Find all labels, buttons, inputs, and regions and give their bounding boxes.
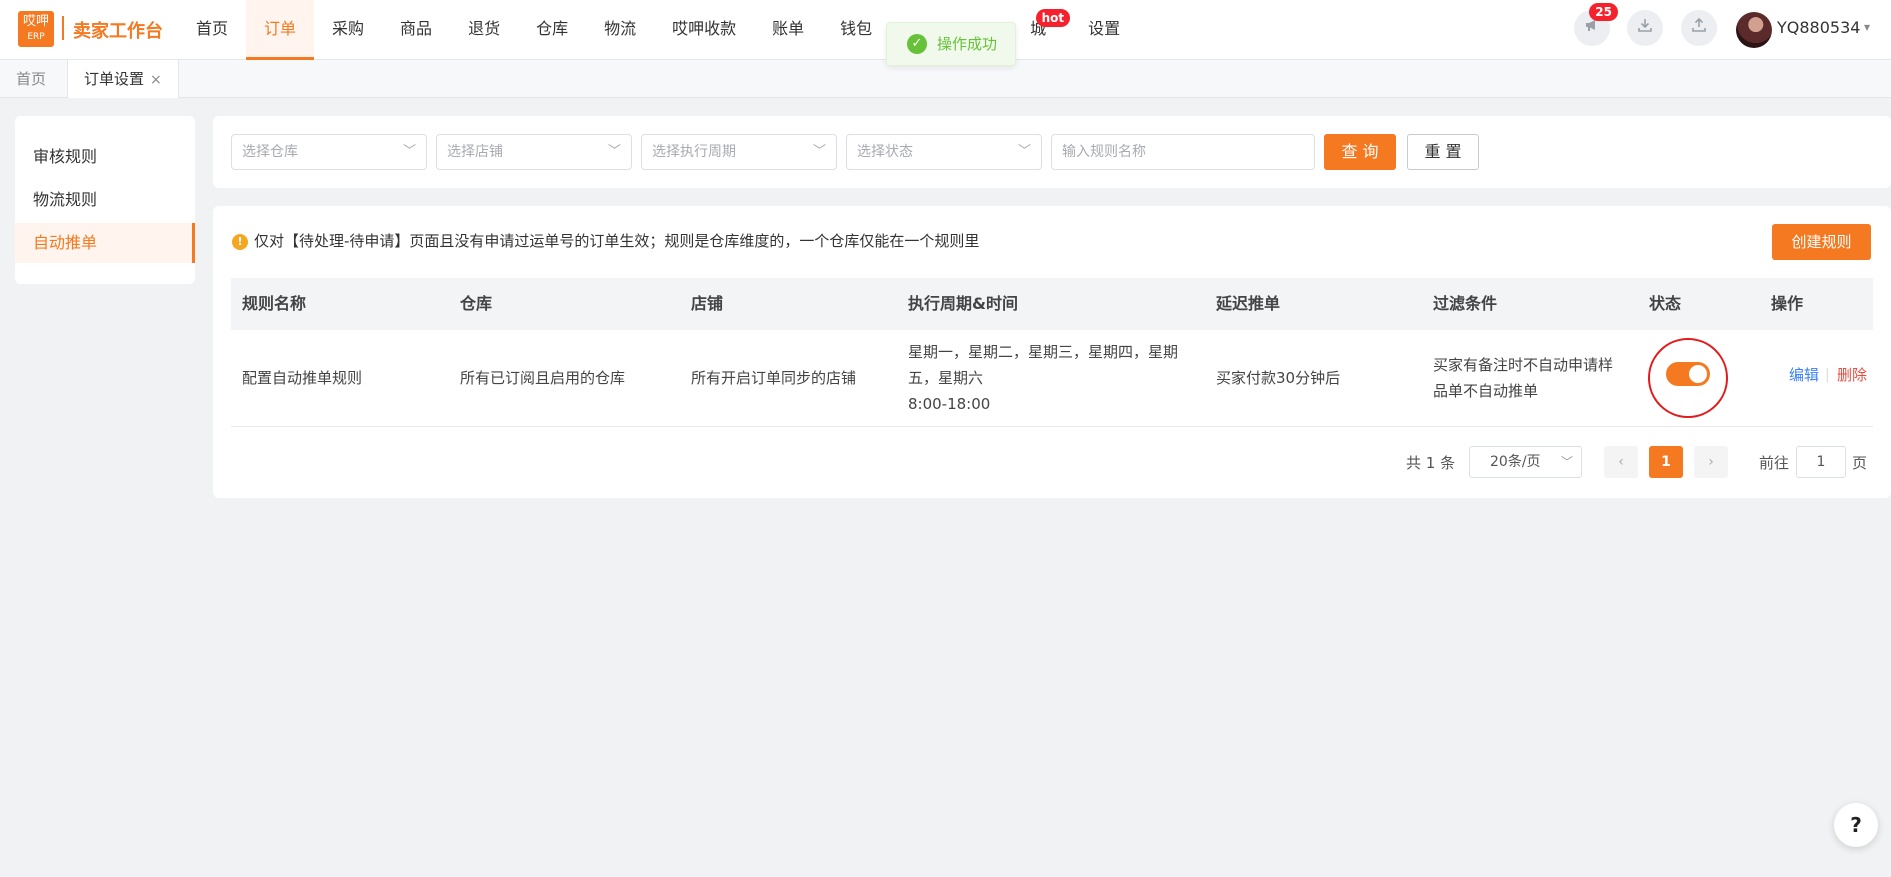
nav-item-home[interactable]: 首页: [178, 0, 246, 60]
delete-link[interactable]: 删除: [1837, 362, 1867, 388]
chevron-down-icon[interactable]: ▾: [1864, 20, 1870, 34]
notification-badge: 25: [1589, 3, 1618, 21]
info-icon: !: [232, 234, 248, 250]
brand-title[interactable]: 卖家工作台: [73, 17, 163, 43]
rule-name-cell: 配置自动推单规则: [242, 369, 363, 387]
chevron-down-icon: ﹀: [402, 144, 416, 159]
tab-order-settings-label: 订单设置: [84, 70, 145, 88]
column-header-rule-name: 规则名称: [242, 294, 307, 313]
status-select-placeholder: 选择状态: [857, 144, 913, 160]
sidebar-item-logistics-rules[interactable]: 物流规则: [15, 180, 195, 220]
nav-item-payments[interactable]: 哎呷收款: [654, 0, 754, 60]
table-row: 配置自动推单规则 所有已订阅且启用的仓库 所有开启订单同步的店铺 星期一，星期二…: [231, 330, 1873, 427]
chevron-down-icon: ﹀: [812, 144, 826, 159]
nav-item-orders[interactable]: 订单: [246, 0, 315, 60]
logo-text: 哎呷: [22, 14, 49, 29]
goto-label: 前往: [1759, 454, 1790, 472]
success-toast: ✓ 操作成功: [886, 22, 1016, 66]
filter-bar: 选择仓库 ﹀ 选择店铺 ﹀ 选择执行周期 ﹀ 选择状态 ﹀ 输入规则名称 查 询…: [213, 116, 1891, 188]
column-header-warehouse: 仓库: [460, 294, 493, 313]
next-page-button[interactable]: ›: [1694, 446, 1728, 478]
notice-message: 仅对【待处理-待申请】页面且没有申请过运单号的订单生效；规则是仓库维度的，一个仓…: [254, 232, 980, 250]
create-rule-button[interactable]: 创建规则: [1772, 224, 1871, 260]
column-header-filter: 过滤条件: [1433, 294, 1498, 313]
column-header-status: 状态: [1649, 294, 1682, 313]
page-label: 页: [1852, 454, 1868, 472]
notification-button[interactable]: 25: [1574, 3, 1618, 46]
table-header: 规则名称 仓库 店铺 执行周期&时间 延迟推单 过滤条件 状态 操作: [231, 278, 1873, 330]
warehouse-select[interactable]: 选择仓库 ﹀: [231, 134, 427, 170]
nav-item-wallet[interactable]: 钱包: [822, 0, 890, 60]
delay-cell: 买家付款30分钟后: [1216, 369, 1341, 387]
rules-card: ! 仅对【待处理-待申请】页面且没有申请过运单号的订单生效；规则是仓库维度的，一个…: [213, 206, 1891, 498]
filter-cell: 买家有备注时不自动申请样品单不自动推单: [1433, 356, 1614, 400]
action-divider: |: [1825, 367, 1830, 383]
current-page[interactable]: 1: [1649, 446, 1683, 478]
prev-page-button[interactable]: ‹: [1604, 446, 1638, 478]
download-icon: [1637, 18, 1653, 37]
nav-item-products[interactable]: 商品: [382, 0, 450, 60]
query-button[interactable]: 查 询: [1324, 134, 1396, 170]
status-toggle[interactable]: [1666, 362, 1710, 386]
settings-sidebar: 审核规则 物流规则 自动推单: [15, 116, 195, 284]
column-header-cycle: 执行周期&时间: [908, 294, 1018, 313]
toast-message: 操作成功: [937, 35, 998, 53]
column-header-shop: 店铺: [691, 294, 724, 313]
check-circle-icon: ✓: [907, 34, 927, 54]
page-size-select[interactable]: 20条/页 ﹀: [1469, 446, 1582, 478]
shop-select[interactable]: 选择店铺 ﹀: [436, 134, 632, 170]
shop-cell: 所有开启订单同步的店铺: [691, 369, 857, 387]
tab-home[interactable]: 首页: [0, 60, 62, 98]
page-size-value: 20条/页: [1490, 454, 1541, 470]
nav-item-logistics[interactable]: 物流: [586, 0, 654, 60]
edit-link[interactable]: 编辑: [1789, 362, 1819, 388]
toggle-knob: [1689, 365, 1707, 383]
column-header-delay: 延迟推单: [1216, 294, 1281, 313]
chevron-down-icon: ﹀: [1560, 455, 1573, 469]
nav-item-bills[interactable]: 账单: [754, 0, 822, 60]
notice-text: ! 仅对【待处理-待申请】页面且没有申请过运单号的订单生效；规则是仓库维度的，一个…: [232, 230, 979, 251]
nav-item-warehouse[interactable]: 仓库: [518, 0, 586, 60]
nav-item-settings[interactable]: 设置: [1064, 0, 1138, 60]
status-select[interactable]: 选择状态 ﹀: [846, 134, 1042, 170]
logo-divider: [62, 16, 64, 40]
shop-select-placeholder: 选择店铺: [447, 144, 503, 160]
upload-button[interactable]: [1681, 10, 1717, 46]
cycle-select[interactable]: 选择执行周期 ﹀: [641, 134, 837, 170]
cycle-select-placeholder: 选择执行周期: [652, 144, 736, 160]
cycle-days: 星期一，星期二，星期三，星期四，星期五，星期六: [908, 343, 1179, 387]
rule-name-input[interactable]: 输入规则名称: [1051, 134, 1315, 170]
chevron-down-icon: ﹀: [607, 144, 621, 159]
pagination-total: 共 1 条: [1406, 454, 1456, 472]
close-icon[interactable]: ×: [150, 72, 162, 88]
sidebar-item-auto-push[interactable]: 自动推单: [15, 223, 195, 263]
cycle-time: 8:00-18:00: [908, 395, 991, 413]
warehouse-cell: 所有已订阅且启用的仓库: [460, 369, 626, 387]
goto-page-input[interactable]: 1: [1796, 446, 1846, 478]
column-header-actions: 操作: [1771, 294, 1804, 313]
logo-subtext: ERP: [27, 32, 45, 42]
tab-order-settings[interactable]: 订单设置 ×: [67, 60, 179, 98]
logo[interactable]: 哎呷 ERP: [18, 11, 54, 47]
avatar[interactable]: [1736, 12, 1772, 48]
help-button[interactable]: ?: [1834, 803, 1878, 847]
reset-button[interactable]: 重 置: [1407, 134, 1479, 170]
nav-item-purchase[interactable]: 采购: [314, 0, 382, 60]
chevron-down-icon: ﹀: [1017, 144, 1031, 159]
upload-icon: [1691, 17, 1707, 37]
sidebar-item-review-rules[interactable]: 审核规则: [15, 137, 195, 177]
nav-item-returns[interactable]: 退货: [450, 0, 518, 60]
warehouse-select-placeholder: 选择仓库: [242, 144, 298, 160]
username[interactable]: YQ880534: [1777, 18, 1860, 37]
cycle-cell: 星期一，星期二，星期三，星期四，星期五，星期六 8:00-18:00: [908, 339, 1203, 417]
download-button[interactable]: [1627, 10, 1663, 46]
